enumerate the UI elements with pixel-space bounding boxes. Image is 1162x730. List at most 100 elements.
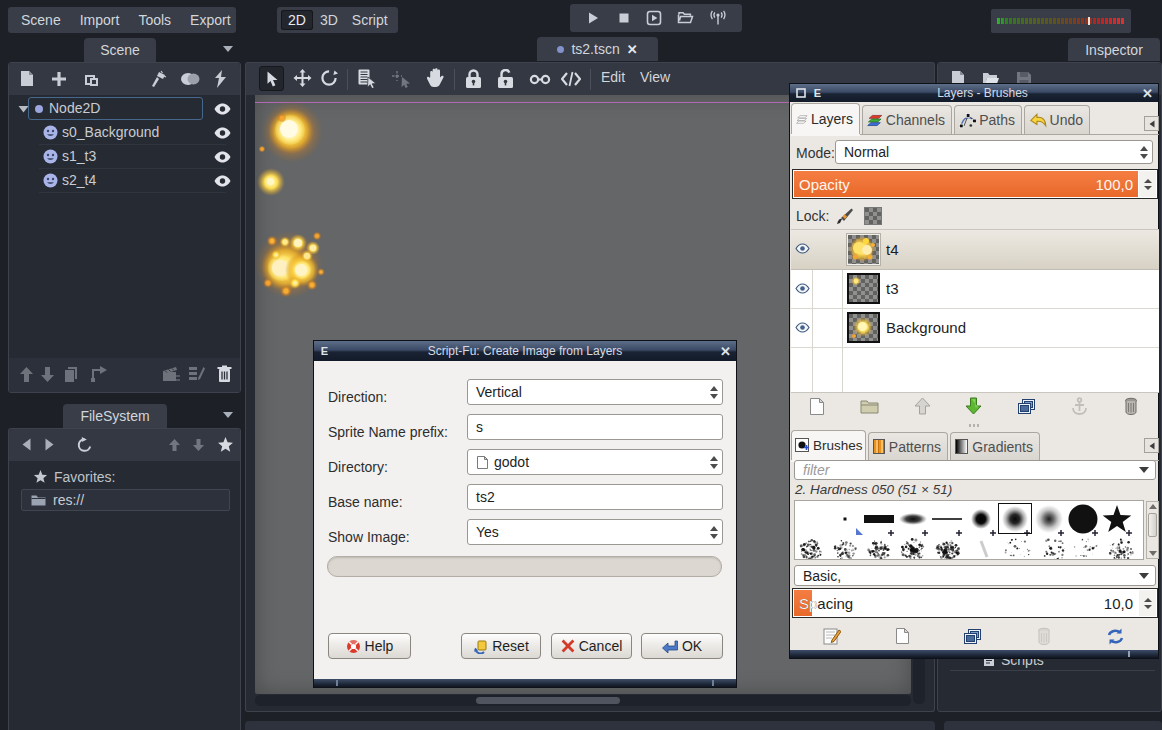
close-dialog-icon[interactable]: ✕ <box>718 344 733 358</box>
instance-scene-icon[interactable] <box>82 71 100 87</box>
mode-spin-arrows[interactable] <box>1135 146 1152 159</box>
filter-dropdown-arrow-icon[interactable] <box>1133 467 1155 473</box>
workspace-3d-button[interactable]: 3D <box>313 10 345 30</box>
play-scene-button[interactable] <box>646 10 662 26</box>
scriptfu-bottom-frame[interactable] <box>314 679 736 687</box>
showimage-spin-arrows[interactable] <box>705 526 722 539</box>
toggle-favorites-icon[interactable] <box>217 437 234 453</box>
tab-gradients[interactable]: Gradients <box>950 432 1040 460</box>
spacing-slider[interactable]: Spacing Spacing 10,0 <box>792 588 1158 618</box>
canvas-edit-menu[interactable]: Edit <box>601 69 625 85</box>
sprite-t3[interactable] <box>257 168 285 196</box>
select-mode-button[interactable] <box>259 66 284 91</box>
filter-nodes-icon[interactable] <box>149 70 167 88</box>
layer-row-background[interactable]: Background <box>791 309 1159 348</box>
tab-menu-arrow-icon[interactable] <box>1144 116 1159 131</box>
node-groups-icon[interactable] <box>180 72 200 86</box>
delete-brush-icon[interactable] <box>1036 627 1052 645</box>
favorite-down-icon[interactable] <box>193 439 204 451</box>
duplicate-node-icon[interactable] <box>64 366 79 383</box>
play-custom-scene-button[interactable] <box>677 10 694 26</box>
hscrollbar-thumb[interactable] <box>476 697 620 704</box>
scrollbar-thumb[interactable] <box>1148 513 1157 537</box>
delete-layer-icon[interactable] <box>1123 397 1139 415</box>
tree-row-s2[interactable]: s2_t4 <box>9 169 240 193</box>
lock-object-icon[interactable] <box>465 69 482 89</box>
help-button[interactable]: Help <box>328 633 411 659</box>
close-tab-icon[interactable]: ✕ <box>627 42 638 57</box>
visibility-eye-icon[interactable] <box>212 103 232 115</box>
tab-inspector-dock[interactable]: Inspector <box>1068 38 1160 61</box>
reparent-node-icon[interactable] <box>91 366 108 382</box>
layer-visible-eye-icon[interactable] <box>795 322 810 333</box>
pan-mode-icon[interactable] <box>426 68 446 89</box>
menu-export[interactable]: Export <box>190 12 230 28</box>
ungroup-children-icon[interactable] <box>561 71 581 87</box>
layers-window-titlebar[interactable]: E Layers - Brushes ✕ <box>790 84 1158 102</box>
move-mode-icon[interactable] <box>293 69 312 88</box>
visibility-eye-icon[interactable] <box>212 151 232 163</box>
directory-spin-arrows[interactable] <box>705 456 722 469</box>
duplicate-brush-icon[interactable] <box>963 628 982 645</box>
delete-node-icon[interactable] <box>217 365 232 382</box>
unlock-object-icon[interactable] <box>497 69 514 89</box>
tab-layers[interactable]: Layers <box>791 103 860 134</box>
brush-grid[interactable] <box>794 500 1144 560</box>
menu-scene[interactable]: Scene <box>21 12 61 28</box>
tab-menu-arrow-icon[interactable] <box>1144 438 1159 453</box>
layers-window-bottom-frame[interactable] <box>790 650 1158 658</box>
spacing-spin-arrows[interactable] <box>1139 590 1156 616</box>
new-node-icon[interactable] <box>20 70 34 87</box>
tab-patterns[interactable]: Patterns <box>868 432 948 460</box>
node-label[interactable]: s2_t4 <box>62 172 96 188</box>
lock-paint-icon[interactable] <box>836 206 855 225</box>
direction-select[interactable]: Vertical <box>467 379 723 405</box>
list-select-icon[interactable] <box>358 69 377 88</box>
history-forward-icon[interactable] <box>45 438 54 451</box>
group-children-icon[interactable] <box>529 74 551 85</box>
close-window-icon[interactable]: ✕ <box>1140 86 1155 100</box>
group-dropdown-arrow-icon[interactable] <box>1133 573 1155 579</box>
workspace-2d-button[interactable]: 2D <box>281 10 313 30</box>
refresh-brushes-icon[interactable] <box>1106 628 1125 645</box>
multi-edit-icon[interactable] <box>189 366 206 382</box>
layer-row-t3[interactable]: t3 <box>791 270 1159 309</box>
layer-name[interactable]: Background <box>886 319 966 336</box>
rescan-icon[interactable] <box>77 437 92 453</box>
node-label[interactable]: s1_t3 <box>62 148 96 164</box>
dock-options-arrow-icon[interactable] <box>222 410 234 419</box>
layer-name[interactable]: t4 <box>886 241 899 258</box>
cancel-button[interactable]: Cancel <box>551 633 632 659</box>
sprite-t4[interactable] <box>255 231 325 299</box>
rotate-mode-icon[interactable] <box>320 69 338 87</box>
brush-filter-input[interactable]: filter <box>794 460 1156 480</box>
tab-undo[interactable]: Undo <box>1024 105 1090 134</box>
menu-import[interactable]: Import <box>80 12 120 28</box>
tree-row-s1[interactable]: s1_t3 <box>9 145 240 169</box>
debug-remote-icon[interactable] <box>709 10 727 26</box>
layer-row-t4[interactable]: t4 <box>791 230 1159 270</box>
prefix-input[interactable]: s <box>467 414 723 440</box>
canvas-view-menu[interactable]: View <box>640 69 670 85</box>
layer-name[interactable]: t3 <box>886 280 899 297</box>
tree-row-node2d[interactable]: Node2D <box>9 97 240 121</box>
lock-alpha-icon[interactable] <box>864 207 882 225</box>
scroll-down-icon[interactable] <box>1147 551 1158 556</box>
play-button[interactable] <box>585 10 601 26</box>
opacity-spin-arrows[interactable] <box>1139 171 1156 197</box>
workspace-script-button[interactable]: Script <box>345 10 395 30</box>
direction-spin-arrows[interactable] <box>705 386 722 399</box>
add-node-icon[interactable] <box>52 72 66 86</box>
favorite-up-icon[interactable] <box>169 439 180 451</box>
tab-channels[interactable]: Channels <box>862 105 952 134</box>
node-label[interactable]: s0_Background <box>62 124 159 140</box>
new-layer-icon[interactable] <box>809 397 825 416</box>
stop-button[interactable] <box>616 10 632 26</box>
layer-visible-eye-icon[interactable] <box>795 283 810 294</box>
scroll-up-icon[interactable] <box>1147 504 1158 509</box>
sprite-background[interactable] <box>258 101 323 163</box>
basename-input[interactable]: ts2 <box>467 484 723 510</box>
change-scene-icon[interactable] <box>162 366 181 382</box>
showimage-select[interactable]: Yes <box>467 519 723 545</box>
dock-options-arrow-icon[interactable] <box>222 44 234 53</box>
